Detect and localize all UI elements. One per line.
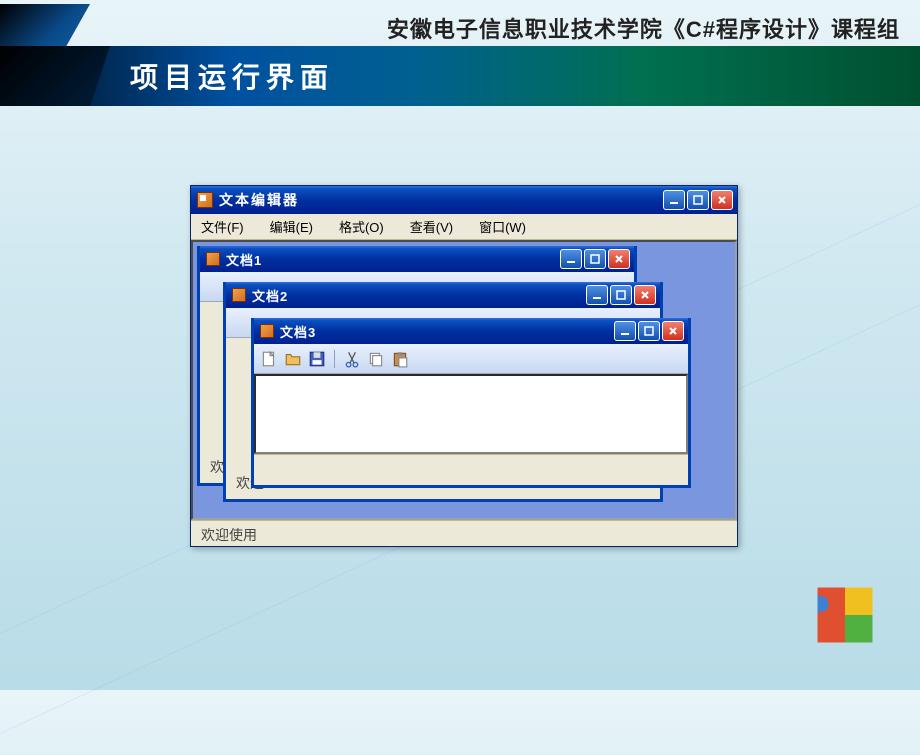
slide-title: 项目运行界面 bbox=[130, 56, 334, 96]
app-icon bbox=[197, 192, 213, 208]
toolbar-separator bbox=[334, 350, 335, 368]
slide-header: 安徽电子信息职业技术学院《C#程序设计》课程组 bbox=[0, 0, 920, 48]
doc3-statusbar bbox=[254, 454, 688, 476]
slide-banner: 项目运行界面 bbox=[0, 46, 920, 106]
corner-accent bbox=[0, 4, 90, 52]
doc1-minimize-button[interactable] bbox=[560, 249, 582, 269]
minimize-icon bbox=[591, 289, 603, 301]
maximize-icon bbox=[643, 325, 655, 337]
form-icon bbox=[232, 288, 246, 302]
form-icon bbox=[260, 324, 274, 338]
close-icon bbox=[639, 289, 651, 301]
window-controls bbox=[663, 190, 733, 210]
child-window-doc3[interactable]: 文档3 bbox=[251, 318, 691, 488]
menu-window[interactable]: 窗口(W) bbox=[475, 215, 530, 238]
save-disk-icon[interactable] bbox=[308, 350, 326, 368]
menu-format[interactable]: 格式(O) bbox=[335, 215, 388, 238]
copy-icon[interactable] bbox=[367, 350, 385, 368]
maximize-icon bbox=[615, 289, 627, 301]
maximize-icon bbox=[692, 194, 704, 206]
close-icon bbox=[667, 325, 679, 337]
minimize-icon bbox=[668, 194, 680, 206]
main-window: 文本编辑器 文件(F) 编辑(E) 格式(O) 查看(V) 窗口(W) 文档1 bbox=[190, 185, 738, 547]
doc2-titlebar[interactable]: 文档2 bbox=[226, 282, 660, 308]
doc3-close-button[interactable] bbox=[662, 321, 684, 341]
doc2-close-button[interactable] bbox=[634, 285, 656, 305]
mdi-client-area: 文档1 欢 文档2 欢迎 bbox=[191, 240, 737, 520]
puzzle-decoration bbox=[790, 560, 900, 670]
doc1-titlebar[interactable]: 文档1 bbox=[200, 246, 634, 272]
menu-file[interactable]: 文件(F) bbox=[197, 215, 248, 238]
close-icon bbox=[613, 253, 625, 265]
menu-view[interactable]: 查看(V) bbox=[406, 215, 457, 238]
maximize-button[interactable] bbox=[687, 190, 709, 210]
doc2-maximize-button[interactable] bbox=[610, 285, 632, 305]
minimize-icon bbox=[565, 253, 577, 265]
doc1-close-button[interactable] bbox=[608, 249, 630, 269]
doc3-minimize-button[interactable] bbox=[614, 321, 636, 341]
paste-icon[interactable] bbox=[391, 350, 409, 368]
cut-icon[interactable] bbox=[343, 350, 361, 368]
main-window-title: 文本编辑器 bbox=[219, 190, 663, 210]
menubar: 文件(F) 编辑(E) 格式(O) 查看(V) 窗口(W) bbox=[191, 214, 737, 240]
minimize-icon bbox=[619, 325, 631, 337]
doc3-titlebar[interactable]: 文档3 bbox=[254, 318, 688, 344]
status-text: 欢迎使用 bbox=[201, 527, 257, 543]
new-file-icon[interactable] bbox=[260, 350, 278, 368]
minimize-button[interactable] bbox=[663, 190, 685, 210]
menu-edit[interactable]: 编辑(E) bbox=[266, 215, 317, 238]
maximize-icon bbox=[589, 253, 601, 265]
course-title: 安徽电子信息职业技术学院《C#程序设计》课程组 bbox=[90, 12, 900, 44]
form-icon bbox=[206, 252, 220, 266]
main-statusbar: 欢迎使用 bbox=[191, 520, 737, 546]
main-titlebar[interactable]: 文本编辑器 bbox=[191, 186, 737, 214]
doc3-title: 文档3 bbox=[280, 322, 614, 341]
open-folder-icon[interactable] bbox=[284, 350, 302, 368]
doc1-maximize-button[interactable] bbox=[584, 249, 606, 269]
doc1-title: 文档1 bbox=[226, 250, 560, 269]
doc3-toolbar bbox=[254, 344, 688, 374]
close-icon bbox=[716, 194, 728, 206]
close-button[interactable] bbox=[711, 190, 733, 210]
doc2-title: 文档2 bbox=[252, 286, 586, 305]
text-editor-area[interactable] bbox=[254, 374, 688, 454]
doc3-maximize-button[interactable] bbox=[638, 321, 660, 341]
doc2-minimize-button[interactable] bbox=[586, 285, 608, 305]
